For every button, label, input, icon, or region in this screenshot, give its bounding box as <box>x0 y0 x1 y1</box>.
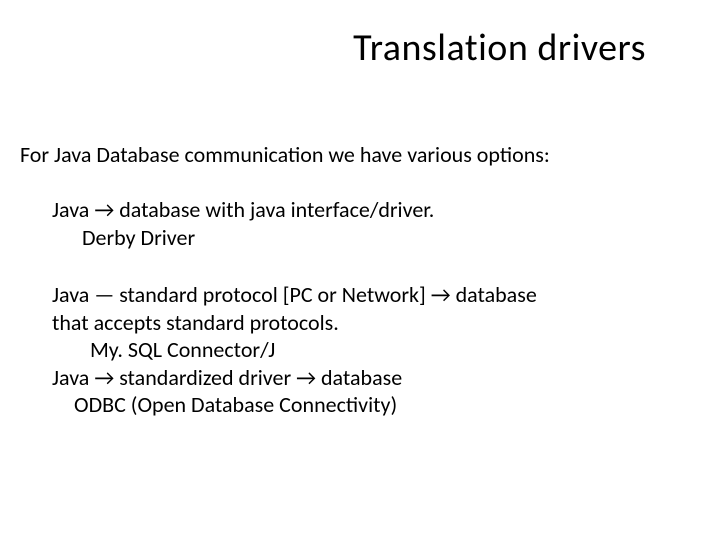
slide-title: Translation drivers <box>20 20 690 71</box>
block1-line2: Derby Driver <box>52 224 690 252</box>
block2-line4: Java → standardized driver → database <box>52 364 690 392</box>
block2-line1: Java — standard protocol [PC or Network]… <box>52 281 690 309</box>
block2-line3: My. SQL Connector/J <box>52 336 690 364</box>
option-block-1: Java → database with java interface/driv… <box>20 196 690 251</box>
block1-line1: Java → database with java interface/driv… <box>52 196 690 224</box>
block2-line5: ODBC (Open Database Connectivity) <box>52 391 690 419</box>
block2-line2: that accepts standard protocols. <box>52 309 690 337</box>
intro-text: For Java Database communication we have … <box>20 141 690 168</box>
option-block-2: Java — standard protocol [PC or Network]… <box>20 281 690 419</box>
